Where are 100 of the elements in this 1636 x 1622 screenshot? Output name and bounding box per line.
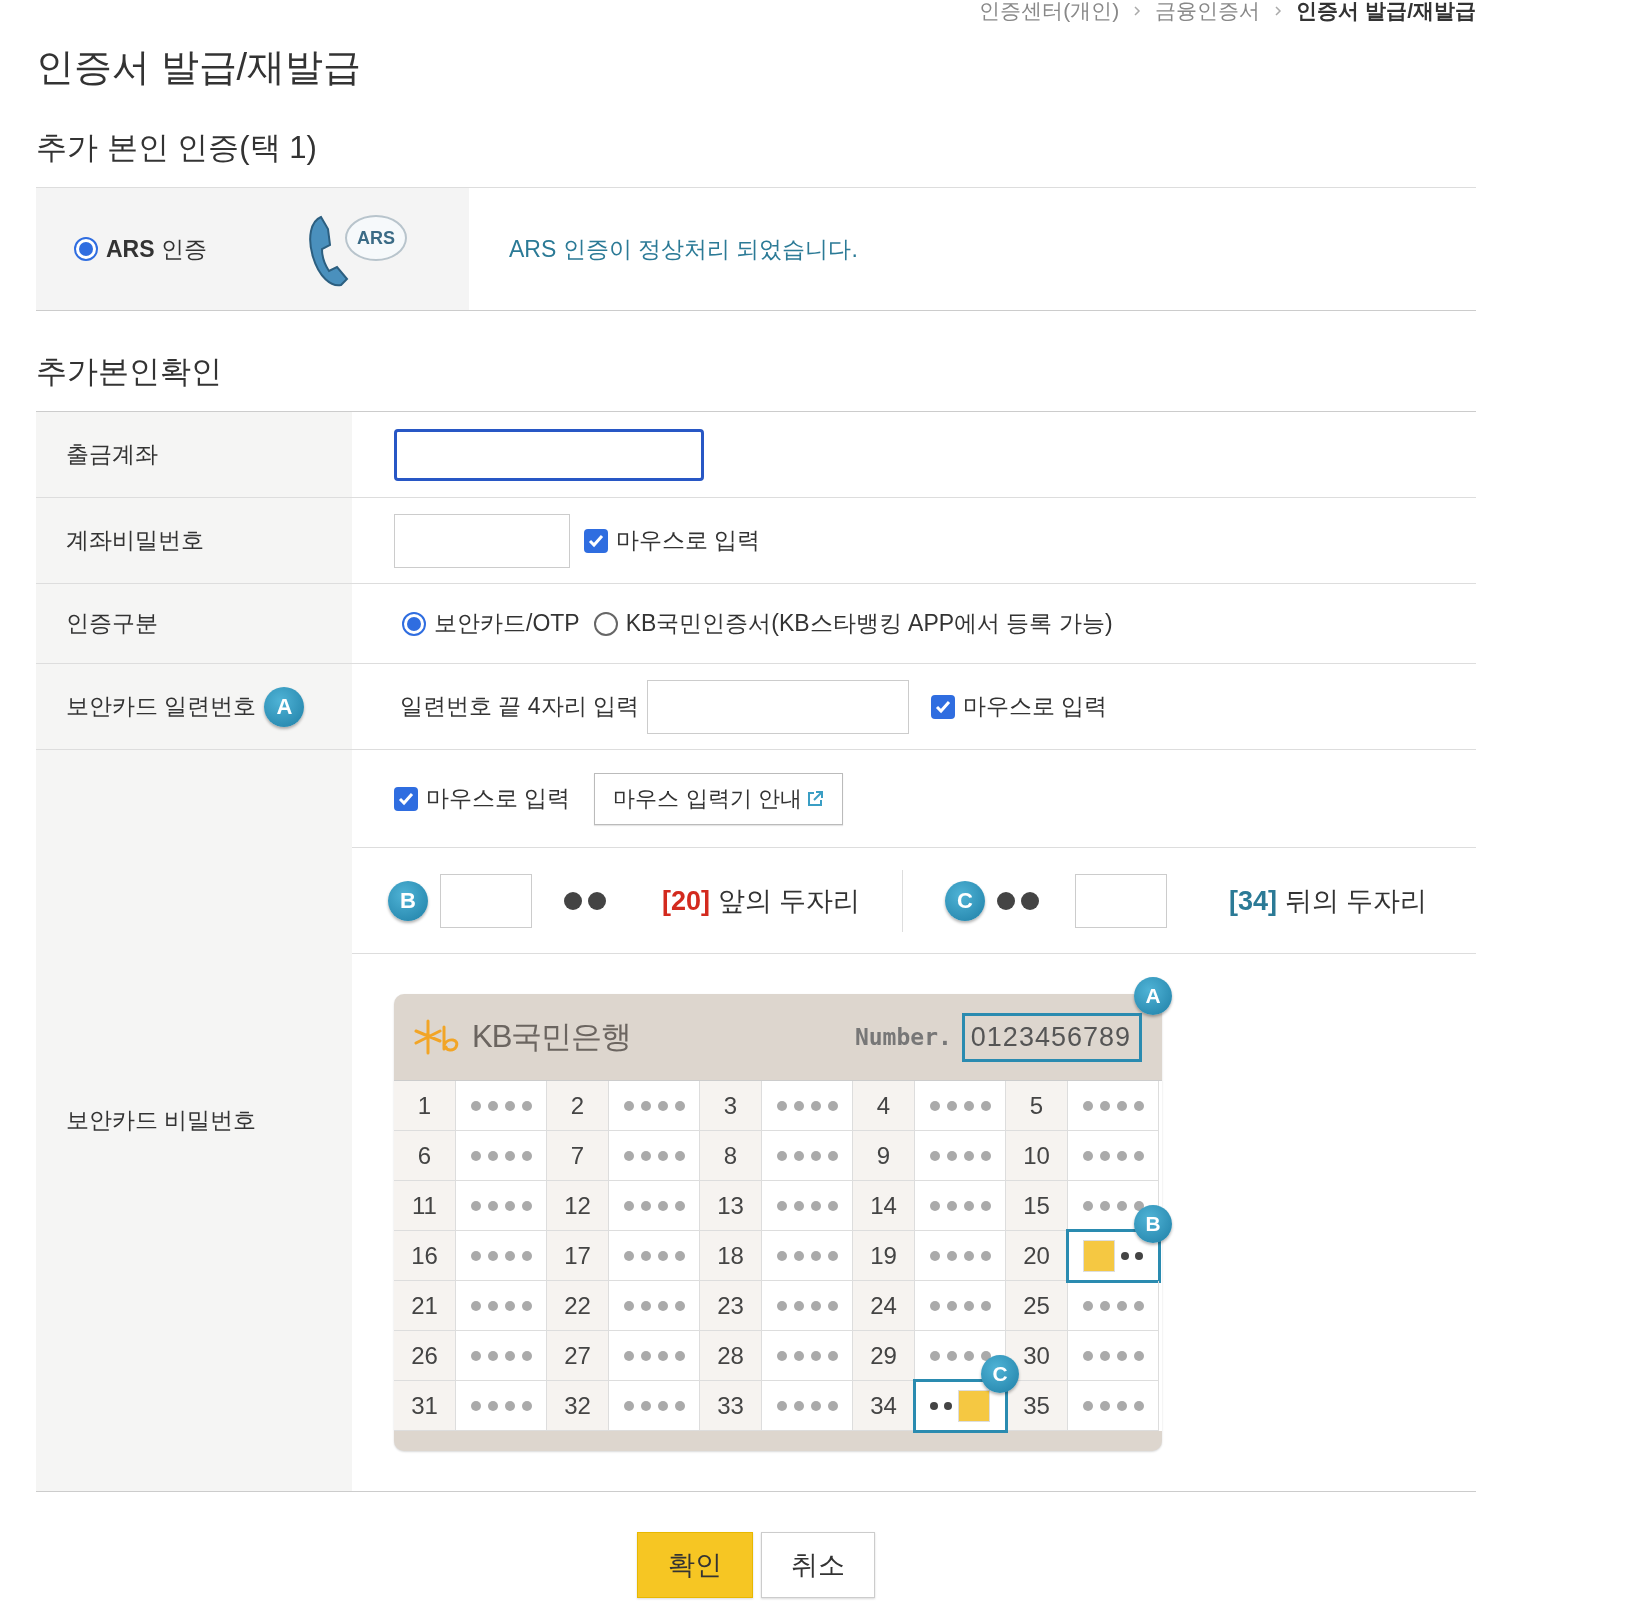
card-cell-number: 12 xyxy=(547,1181,609,1231)
masked-digits-icon xyxy=(776,1200,838,1211)
card-cell-number: 8 xyxy=(700,1131,762,1181)
mouse-input-guide-button[interactable]: 마우스 입력기 안내 xyxy=(594,772,843,825)
bank-name: KB국민은행 xyxy=(472,1018,632,1056)
masked-digits-icon xyxy=(623,1250,685,1261)
speech-bubble: ARS xyxy=(344,215,407,261)
section-title: 추가본인확인 xyxy=(36,353,223,391)
check-icon xyxy=(398,791,414,806)
card-cell-number: 25 xyxy=(1006,1281,1068,1331)
card-cell-number: 23 xyxy=(700,1281,762,1331)
masked-digits-icon xyxy=(623,1400,685,1411)
card-cell-number: 13 xyxy=(700,1181,762,1231)
card-cell-number: 3 xyxy=(700,1081,762,1131)
masked-digits-icon xyxy=(1121,1251,1143,1260)
masked-digits-icon xyxy=(776,1300,838,1311)
masked-digits-icon xyxy=(470,1200,532,1211)
card-cell-number: 10 xyxy=(1006,1131,1068,1181)
breadcrumb-item[interactable]: 인증센터(개인) xyxy=(979,0,1120,25)
masked-digits-icon xyxy=(929,1100,991,1111)
card-number: 0123456789 xyxy=(970,1021,1131,1053)
status-message: ARS 인증이 정상처리 되었습니다. xyxy=(508,234,858,264)
masked-digits-icon xyxy=(997,891,1040,910)
card-cell-number: 9 xyxy=(853,1131,915,1181)
card-cell-number: 1 xyxy=(394,1081,456,1131)
card-cell-number: 26 xyxy=(394,1331,456,1381)
external-link-icon xyxy=(805,789,824,808)
check-icon xyxy=(588,533,604,548)
masked-digits-icon xyxy=(1082,1300,1144,1311)
card-cell-number: 28 xyxy=(700,1331,762,1381)
masked-digits-icon xyxy=(929,1300,991,1311)
card-cell-number: 18 xyxy=(700,1231,762,1281)
card-cell-number: 15 xyxy=(1006,1181,1068,1231)
confirm-button[interactable]: 확인 xyxy=(637,1532,753,1598)
card-cell-number: 7 xyxy=(547,1131,609,1181)
card-cell-number: 33 xyxy=(700,1381,762,1431)
card-cell-number: 35 xyxy=(1006,1381,1068,1431)
masked-digits-icon xyxy=(776,1100,838,1111)
masked-digits-icon xyxy=(929,1250,991,1261)
masked-digits-icon xyxy=(930,1401,952,1410)
page-title: 인증서 발급/재발급 xyxy=(36,45,363,90)
radio-button[interactable]: KB국민인증서(KB스타뱅킹 APP에서 등록 가능) xyxy=(593,608,1113,639)
card-cell-number: 4 xyxy=(853,1081,915,1131)
masked-digits-icon xyxy=(470,1250,532,1261)
highlight-square xyxy=(1083,1239,1115,1272)
phone-icon xyxy=(306,213,351,289)
masked-digits-icon xyxy=(929,1200,991,1211)
card-cell-number: 29 xyxy=(853,1331,915,1381)
chevron-icon xyxy=(1133,5,1142,17)
masked-digits-icon xyxy=(470,1350,532,1361)
masked-digits-icon xyxy=(1082,1400,1144,1411)
masked-digits-icon xyxy=(776,1400,838,1411)
masked-digits-icon xyxy=(470,1150,532,1161)
front-digits-hint: [20] 앞의 두자리 xyxy=(662,884,861,918)
card-cell-number: 21 xyxy=(394,1281,456,1331)
card-cell-number: 14 xyxy=(853,1181,915,1231)
card-cell-number: 5 xyxy=(1006,1081,1068,1131)
masked-digits-icon xyxy=(470,1300,532,1311)
masked-digits-icon xyxy=(623,1200,685,1211)
section-title: 추가 본인 인증(택 1) xyxy=(36,129,318,167)
marker-badge: C xyxy=(945,880,986,921)
masked-digits-icon xyxy=(1082,1100,1144,1111)
card-number-label: Number. xyxy=(854,1024,952,1050)
radio-button[interactable]: ARS 인증 xyxy=(74,233,207,265)
card-cell-number: 19 xyxy=(853,1231,915,1281)
mouse-input-checkbox[interactable]: 마우스로 입력 xyxy=(394,783,571,814)
marker-badge: A xyxy=(264,686,305,727)
masked-digits-icon xyxy=(564,891,606,910)
marker-badge: B xyxy=(388,880,428,921)
masked-digits-icon xyxy=(776,1250,838,1261)
serial-prompt: 일련번호 끝 4자리 입력 xyxy=(400,692,639,721)
serial-input-field[interactable] xyxy=(646,679,909,734)
account-input-field[interactable] xyxy=(394,428,704,481)
password-input-field[interactable] xyxy=(394,513,570,568)
masked-digits-icon xyxy=(929,1150,991,1161)
card-cell-number: 2 xyxy=(547,1081,609,1131)
masked-digits-icon xyxy=(929,1350,991,1361)
card-cell-number: 27 xyxy=(547,1331,609,1381)
masked-digits-icon xyxy=(470,1400,532,1411)
masked-digits-icon xyxy=(776,1150,838,1161)
field-label: 인증구분 xyxy=(66,609,158,638)
card-cell-number: 22 xyxy=(547,1281,609,1331)
marker-badge: A xyxy=(1134,976,1172,1015)
masked-digits-icon xyxy=(1082,1150,1144,1161)
mouse-input-checkbox[interactable]: 마우스로 입력 xyxy=(584,525,761,556)
card-cell-number: 11 xyxy=(394,1181,456,1231)
breadcrumb-item[interactable]: 금융인증서 xyxy=(1155,0,1261,25)
cancel-button[interactable]: 취소 xyxy=(761,1532,875,1598)
field-label: 계좌비밀번호 xyxy=(66,526,204,555)
masked-digits-icon xyxy=(623,1150,685,1161)
card-cell-number: 32 xyxy=(547,1381,609,1431)
masked-digits-icon xyxy=(776,1350,838,1361)
front-digits-input-field[interactable] xyxy=(440,873,532,928)
breadcrumb-item[interactable]: 인증서 발급/재발급 xyxy=(1296,0,1476,25)
mouse-input-checkbox[interactable]: 마우스로 입력 xyxy=(930,691,1108,722)
back-digits-input-field[interactable] xyxy=(1075,873,1168,928)
masked-digits-icon xyxy=(470,1100,532,1111)
chevron-icon xyxy=(1274,5,1283,17)
radio-button[interactable]: 보안카드/OTP xyxy=(402,608,580,639)
masked-digits-icon xyxy=(1082,1350,1144,1361)
